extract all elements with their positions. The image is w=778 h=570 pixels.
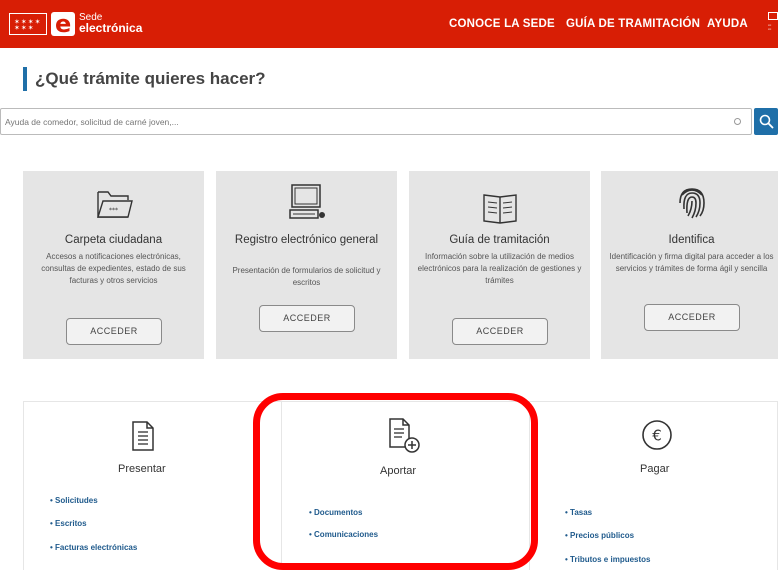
card-guia-tramitacion: Guía de tramitación Información sobre la… (409, 171, 590, 359)
card-description: Identificación y firma digital para acce… (609, 252, 774, 273)
card-description: Información sobre la utilización de medi… (417, 252, 582, 285)
link-solicitudes[interactable]: • Solicitudes (50, 496, 98, 505)
link-tributos-e-impuestos[interactable]: • Tributos e impuestos (565, 555, 651, 564)
card-identifica: Identifica Identificación y firma digita… (601, 171, 778, 359)
comunidad-madrid-flag-logo[interactable]: ✶✶✶✶ ✶✶✶ (9, 13, 47, 35)
card-title: Identifica (668, 234, 715, 246)
comunidad-madrid-logo[interactable]: ▪▪▪ ▪▪▪ (766, 12, 778, 38)
document-icon (132, 421, 154, 451)
sede-electronica-logo-text[interactable]: Sede electrónica (79, 12, 142, 34)
card-description: Presentación de formularios de solicitud… (232, 266, 381, 287)
computer-icon (288, 184, 325, 219)
sede-electronica-logo-icon[interactable]: e (51, 12, 75, 36)
clear-input-icon[interactable] (734, 118, 741, 125)
link-tasas[interactable]: • Tasas (565, 508, 592, 517)
link-escritos[interactable]: • Escritos (50, 519, 87, 528)
search-input[interactable] (0, 108, 752, 135)
page-title: ¿Qué trámite quieres hacer? (35, 69, 266, 88)
section-title-presentar: Presentar (118, 463, 166, 475)
card-description: Accesos a notificaciones electrónicas, c… (41, 252, 186, 285)
card-title: Guía de tramitación (449, 234, 550, 246)
book-icon (482, 194, 517, 224)
search-icon (759, 114, 774, 129)
highlight-annotation-aportar (253, 393, 538, 570)
acceder-button-identifica[interactable]: ACCEDER (644, 304, 740, 331)
top-navigation-bar: ✶✶✶✶ ✶✶✶ e Sede electrónica CONOCE LA SED… (0, 0, 778, 48)
nav-guia-de-tramitacion[interactable]: GUÍA DE TRAMITACIÓN (566, 18, 700, 30)
svg-text:€: € (652, 427, 662, 445)
nav-conoce-la-sede[interactable]: CONOCE LA SEDE (449, 18, 555, 30)
search-button[interactable] (754, 108, 778, 135)
logo-line-2: electrónica (79, 21, 143, 35)
card-title: Carpeta ciudadana (64, 234, 163, 246)
nav-ayuda[interactable]: AYUDA (707, 18, 748, 30)
link-facturas-electronicas[interactable]: • Facturas electrónicas (50, 543, 137, 552)
acceder-button-registro[interactable]: ACCEDER (259, 305, 355, 332)
svg-text:***: *** (109, 207, 118, 214)
acceder-button-guia[interactable]: ACCEDER (452, 318, 548, 345)
section-title-pagar: Pagar (640, 463, 670, 475)
card-carpeta-ciudadana: *** Carpeta ciudadana Accesos a notifica… (23, 171, 204, 359)
folder-icon: *** (96, 191, 133, 218)
fingerprint-icon (678, 188, 705, 219)
link-precios-publicos[interactable]: • Precios públicos (565, 531, 634, 540)
acceder-button-carpeta[interactable]: ACCEDER (66, 318, 162, 345)
euro-icon: € (642, 420, 672, 450)
card-registro-electronico: Registro electrónico general Presentació… (216, 171, 397, 359)
title-accent-bar (23, 67, 27, 91)
card-title: Registro electrónico general (234, 234, 379, 246)
